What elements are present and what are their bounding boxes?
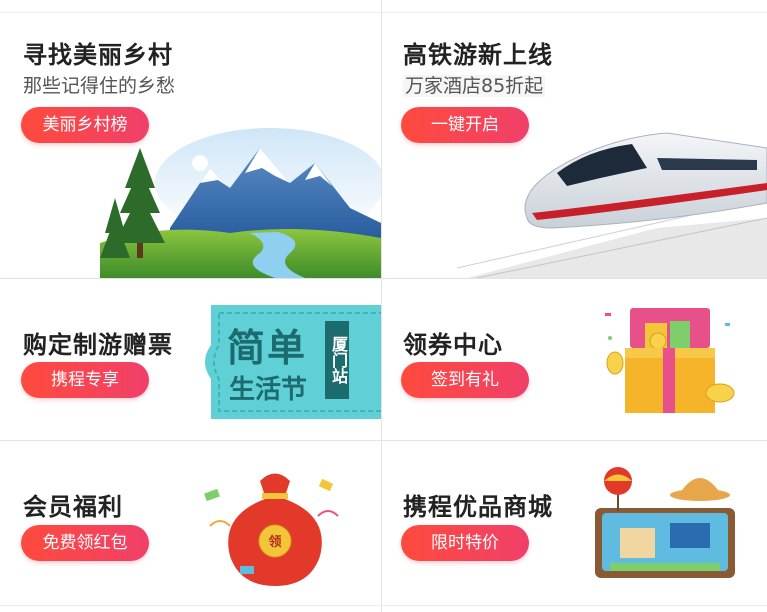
card-title: 携程优品商城 bbox=[403, 493, 553, 521]
ticket-icon: 简单 生活节 厦门站 bbox=[203, 301, 381, 423]
promo-card-custom-tour-ticket[interactable]: 购定制游赠票 携程专享 简单 生活节 厦门站 bbox=[0, 279, 381, 440]
mountain-landscape-icon bbox=[100, 128, 381, 278]
red-envelope-bag-icon: 领 bbox=[200, 461, 350, 591]
promo-card-member-benefits[interactable]: 会员福利 免费领红包 领 bbox=[0, 441, 381, 612]
ticket-side-text: 厦门站 bbox=[325, 321, 349, 399]
suitcase-travel-icon bbox=[595, 467, 735, 578]
promo-card-high-speed-rail[interactable]: 高铁游新上线 万家酒店85折起 一键开启 bbox=[382, 13, 767, 278]
bottom-divider bbox=[0, 605, 767, 606]
promo-card-beautiful-village[interactable]: 寻找美丽乡村 那些记得住的乡愁 美丽乡村榜 bbox=[0, 13, 381, 278]
high-speed-train-icon bbox=[457, 132, 767, 278]
card-title: 购定制游赠票 bbox=[23, 331, 173, 359]
gift-box-icon bbox=[605, 308, 735, 413]
promo-card-coupon-center[interactable]: 领券中心 签到有礼 bbox=[382, 279, 767, 440]
card-title: 会员福利 bbox=[23, 493, 123, 521]
free-red-envelope-button[interactable]: 免费领红包 bbox=[21, 525, 149, 561]
limited-time-sale-button[interactable]: 限时特价 bbox=[401, 525, 529, 561]
ticket-main-text-2: 生活节 bbox=[229, 375, 308, 405]
column-divider bbox=[381, 0, 382, 612]
ticket-main-text-1: 简单 bbox=[227, 326, 308, 370]
card-title: 寻找美丽乡村 bbox=[23, 41, 173, 69]
promo-grid: 寻找美丽乡村 那些记得住的乡愁 美丽乡村榜 高铁游新上线 万家酒店85折起 一键… bbox=[0, 0, 767, 612]
card-title: 领券中心 bbox=[403, 331, 503, 359]
check-in-gift-button[interactable]: 签到有礼 bbox=[401, 362, 529, 398]
bag-shape bbox=[204, 473, 339, 586]
card-subtitle: 那些记得住的乡愁 bbox=[23, 75, 176, 97]
card-title: 高铁游新上线 bbox=[403, 41, 553, 69]
ctrip-exclusive-button[interactable]: 携程专享 bbox=[21, 362, 149, 398]
promo-card-ctrip-mall[interactable]: 携程优品商城 限时特价 bbox=[382, 441, 767, 612]
bag-label: 领 bbox=[268, 535, 282, 550]
